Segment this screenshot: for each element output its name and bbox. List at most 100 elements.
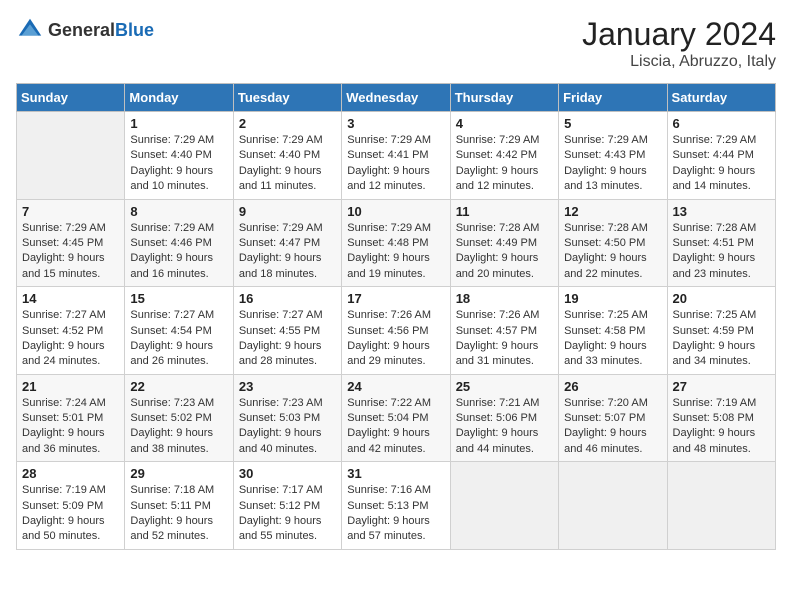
day-header-tuesday: Tuesday [233, 84, 341, 112]
calendar-cell: 13 Sunrise: 7:28 AMSunset: 4:51 PMDayligh… [667, 199, 775, 287]
calendar-cell: 1Sunrise: 7:29 AMSunset: 4:40 PMDaylight… [125, 112, 233, 200]
day-header-saturday: Saturday [667, 84, 775, 112]
page-header: GeneralBlue January 2024 Liscia, Abruzzo… [16, 16, 776, 71]
cell-content: Sunrise: 7:16 AMSunset: 5:13 PMDaylight:… [347, 483, 444, 545]
calendar-cell: 17Sunrise: 7:26 AMSunset: 4:56 PMDayligh… [342, 287, 450, 375]
calendar-cell: 14 Sunrise: 7:27 AMSunset: 4:52 PMDayligh… [17, 287, 125, 375]
calendar-week-row: 21Sunrise: 7:24 AMSunset: 5:01 PMDayligh… [17, 374, 776, 462]
day-number: 25 [456, 379, 553, 394]
calendar-cell: 27 Sunrise: 7:19 AMSunset: 5:08 PMDayligh… [667, 374, 775, 462]
calendar-week-row: 14 Sunrise: 7:27 AMSunset: 4:52 PMDayligh… [17, 287, 776, 375]
day-number: 27 [673, 379, 770, 394]
calendar-cell: 18 Sunrise: 7:26 AMSunset: 4:57 PMDayligh… [450, 287, 558, 375]
day-number: 28 [22, 466, 119, 481]
calendar-cell: 5 Sunrise: 7:29 AMSunset: 4:43 PMDaylight… [559, 112, 667, 200]
day-header-sunday: Sunday [17, 84, 125, 112]
cell-content: Sunrise: 7:19 AMSunset: 5:09 PMDaylight:… [22, 483, 119, 545]
calendar-cell: 9 Sunrise: 7:29 AMSunset: 4:47 PMDaylight… [233, 199, 341, 287]
calendar-cell: 16 Sunrise: 7:27 AMSunset: 4:55 PMDayligh… [233, 287, 341, 375]
day-number: 15 [130, 291, 227, 306]
title-block: January 2024 Liscia, Abruzzo, Italy [582, 16, 776, 71]
day-number: 29 [130, 466, 227, 481]
day-number: 1 [130, 116, 227, 131]
cell-content: Sunrise: 7:29 AMSunset: 4:44 PMDaylight:… [673, 133, 770, 195]
day-number: 12 [564, 204, 661, 219]
cell-content: Sunrise: 7:29 AMSunset: 4:41 PMDaylight:… [347, 133, 444, 195]
logo: GeneralBlue [16, 16, 154, 44]
cell-content: Sunrise: 7:20 AMSunset: 5:07 PMDaylight:… [564, 396, 661, 458]
calendar-cell [450, 462, 558, 550]
day-number: 20 [673, 291, 770, 306]
calendar-cell [667, 462, 775, 550]
calendar-cell: 12 Sunrise: 7:28 AMSunset: 4:50 PMDayligh… [559, 199, 667, 287]
calendar-cell: 10 Sunrise: 7:29 AMSunset: 4:48 PMDayligh… [342, 199, 450, 287]
calendar-title: January 2024 [582, 16, 776, 53]
day-number: 19 [564, 291, 661, 306]
calendar-cell: 7 Sunrise: 7:29 AMSunset: 4:45 PMDaylight… [17, 199, 125, 287]
logo-text-blue: Blue [115, 20, 154, 40]
header-row: SundayMondayTuesdayWednesdayThursdayFrid… [17, 84, 776, 112]
calendar-cell: 19Sunrise: 7:25 AMSunset: 4:58 PMDayligh… [559, 287, 667, 375]
cell-content: Sunrise: 7:29 AMSunset: 4:46 PMDaylight:… [130, 221, 227, 283]
cell-content: Sunrise: 7:28 AMSunset: 4:50 PMDaylight:… [564, 221, 661, 283]
calendar-cell: 4 Sunrise: 7:29 AMSunset: 4:42 PMDaylight… [450, 112, 558, 200]
day-number: 30 [239, 466, 336, 481]
cell-content: Sunrise: 7:26 AMSunset: 4:57 PMDaylight:… [456, 308, 553, 370]
day-number: 14 [22, 291, 119, 306]
day-header-wednesday: Wednesday [342, 84, 450, 112]
cell-content: Sunrise: 7:21 AMSunset: 5:06 PMDaylight:… [456, 396, 553, 458]
calendar-cell: 21Sunrise: 7:24 AMSunset: 5:01 PMDayligh… [17, 374, 125, 462]
cell-content: Sunrise: 7:23 AMSunset: 5:02 PMDaylight:… [130, 396, 227, 458]
day-header-monday: Monday [125, 84, 233, 112]
day-number: 16 [239, 291, 336, 306]
day-number: 24 [347, 379, 444, 394]
cell-content: Sunrise: 7:17 AMSunset: 5:12 PMDaylight:… [239, 483, 336, 545]
day-number: 13 [673, 204, 770, 219]
cell-content: Sunrise: 7:28 AMSunset: 4:49 PMDaylight:… [456, 221, 553, 283]
calendar-cell: 23 Sunrise: 7:23 AMSunset: 5:03 PMDayligh… [233, 374, 341, 462]
day-number: 18 [456, 291, 553, 306]
day-number: 22 [130, 379, 227, 394]
day-number: 31 [347, 466, 444, 481]
calendar-week-row: 7 Sunrise: 7:29 AMSunset: 4:45 PMDaylight… [17, 199, 776, 287]
cell-content: Sunrise: 7:29 AMSunset: 4:48 PMDaylight:… [347, 221, 444, 283]
logo-text-general: General [48, 20, 115, 40]
calendar-cell: 24 Sunrise: 7:22 AMSunset: 5:04 PMDayligh… [342, 374, 450, 462]
cell-content: Sunrise: 7:29 AMSunset: 4:43 PMDaylight:… [564, 133, 661, 195]
calendar-cell: 20 Sunrise: 7:25 AMSunset: 4:59 PMDayligh… [667, 287, 775, 375]
calendar-cell: 8Sunrise: 7:29 AMSunset: 4:46 PMDaylight… [125, 199, 233, 287]
cell-content: Sunrise: 7:26 AMSunset: 4:56 PMDaylight:… [347, 308, 444, 370]
calendar-cell: 11Sunrise: 7:28 AMSunset: 4:49 PMDayligh… [450, 199, 558, 287]
cell-content: Sunrise: 7:27 AMSunset: 4:52 PMDaylight:… [22, 308, 119, 370]
cell-content: Sunrise: 7:19 AMSunset: 5:08 PMDaylight:… [673, 396, 770, 458]
calendar-cell: 28 Sunrise: 7:19 AMSunset: 5:09 PMDayligh… [17, 462, 125, 550]
calendar-cell: 6 Sunrise: 7:29 AMSunset: 4:44 PMDaylight… [667, 112, 775, 200]
calendar-table: SundayMondayTuesdayWednesdayThursdayFrid… [16, 83, 776, 550]
day-number: 10 [347, 204, 444, 219]
day-number: 23 [239, 379, 336, 394]
calendar-cell [559, 462, 667, 550]
cell-content: Sunrise: 7:23 AMSunset: 5:03 PMDaylight:… [239, 396, 336, 458]
calendar-cell [17, 112, 125, 200]
cell-content: Sunrise: 7:18 AMSunset: 5:11 PMDaylight:… [130, 483, 227, 545]
calendar-cell: 26Sunrise: 7:20 AMSunset: 5:07 PMDayligh… [559, 374, 667, 462]
day-number: 9 [239, 204, 336, 219]
cell-content: Sunrise: 7:28 AMSunset: 4:51 PMDaylight:… [673, 221, 770, 283]
cell-content: Sunrise: 7:29 AMSunset: 4:45 PMDaylight:… [22, 221, 119, 283]
cell-content: Sunrise: 7:22 AMSunset: 5:04 PMDaylight:… [347, 396, 444, 458]
day-number: 5 [564, 116, 661, 131]
cell-content: Sunrise: 7:24 AMSunset: 5:01 PMDaylight:… [22, 396, 119, 458]
day-number: 3 [347, 116, 444, 131]
calendar-cell: 22 Sunrise: 7:23 AMSunset: 5:02 PMDayligh… [125, 374, 233, 462]
cell-content: Sunrise: 7:29 AMSunset: 4:42 PMDaylight:… [456, 133, 553, 195]
calendar-cell: 30 Sunrise: 7:17 AMSunset: 5:12 PMDayligh… [233, 462, 341, 550]
day-header-friday: Friday [559, 84, 667, 112]
day-number: 4 [456, 116, 553, 131]
calendar-subtitle: Liscia, Abruzzo, Italy [582, 53, 776, 71]
cell-content: Sunrise: 7:27 AMSunset: 4:55 PMDaylight:… [239, 308, 336, 370]
cell-content: Sunrise: 7:29 AMSunset: 4:47 PMDaylight:… [239, 221, 336, 283]
calendar-cell: 31 Sunrise: 7:16 AMSunset: 5:13 PMDayligh… [342, 462, 450, 550]
cell-content: Sunrise: 7:25 AMSunset: 4:59 PMDaylight:… [673, 308, 770, 370]
day-number: 7 [22, 204, 119, 219]
day-number: 6 [673, 116, 770, 131]
